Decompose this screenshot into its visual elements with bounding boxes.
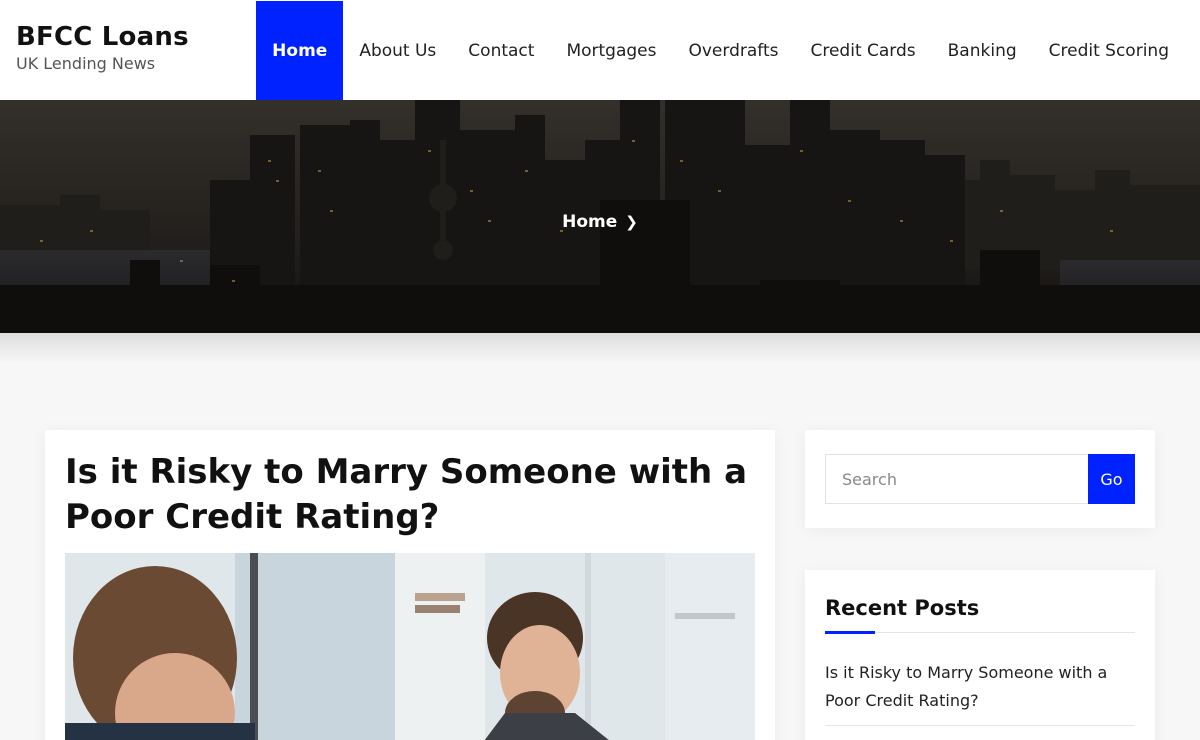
article-featured-image[interactable] <box>65 553 755 740</box>
hero-banner: Home ❯ <box>0 100 1200 333</box>
nav-item-overdrafts[interactable]: Overdrafts <box>672 1 794 100</box>
recent-post-divider <box>825 725 1135 726</box>
nav-item-mortgages[interactable]: Mortgages <box>550 1 672 100</box>
main-navigation: Home About Us Contact Mortgages Overdraf… <box>256 1 1185 100</box>
site-tagline: UK Lending News <box>16 54 156 73</box>
site-branding: BFCC Loans UK Lending News <box>16 22 189 73</box>
recent-posts-title: Recent Posts <box>825 596 980 620</box>
article-card: Is it Risky to Marry Someone with a Poor… <box>45 430 775 740</box>
recent-posts-widget: Recent Posts Is it Risky to Marry Someon… <box>805 570 1155 740</box>
nav-item-banking[interactable]: Banking <box>932 1 1033 100</box>
site-title[interactable]: BFCC Loans <box>16 22 189 52</box>
search-input[interactable] <box>825 454 1089 504</box>
nav-item-credit-scoring[interactable]: Credit Scoring <box>1033 1 1185 100</box>
site-header: BFCC Loans UK Lending News Home About Us… <box>0 0 1200 100</box>
search-widget: Go <box>805 430 1155 528</box>
chevron-right-icon: ❯ <box>625 213 638 231</box>
nav-item-contact[interactable]: Contact <box>452 1 550 100</box>
recent-post-link[interactable]: Is it Risky to Marry Someone with a Poor… <box>825 659 1125 715</box>
breadcrumb: Home ❯ <box>0 212 1200 232</box>
nav-item-about-us[interactable]: About Us <box>343 1 452 100</box>
search-go-button[interactable]: Go <box>1088 454 1135 504</box>
nav-item-home[interactable]: Home <box>256 1 344 100</box>
office-couple-photo <box>65 553 755 740</box>
breadcrumb-home-link[interactable]: Home <box>562 212 617 232</box>
nav-item-credit-cards[interactable]: Credit Cards <box>794 1 931 100</box>
article-title[interactable]: Is it Risky to Marry Someone with a Poor… <box>65 450 755 540</box>
widget-title-accent <box>825 631 875 634</box>
hero-shadow <box>0 333 1200 363</box>
